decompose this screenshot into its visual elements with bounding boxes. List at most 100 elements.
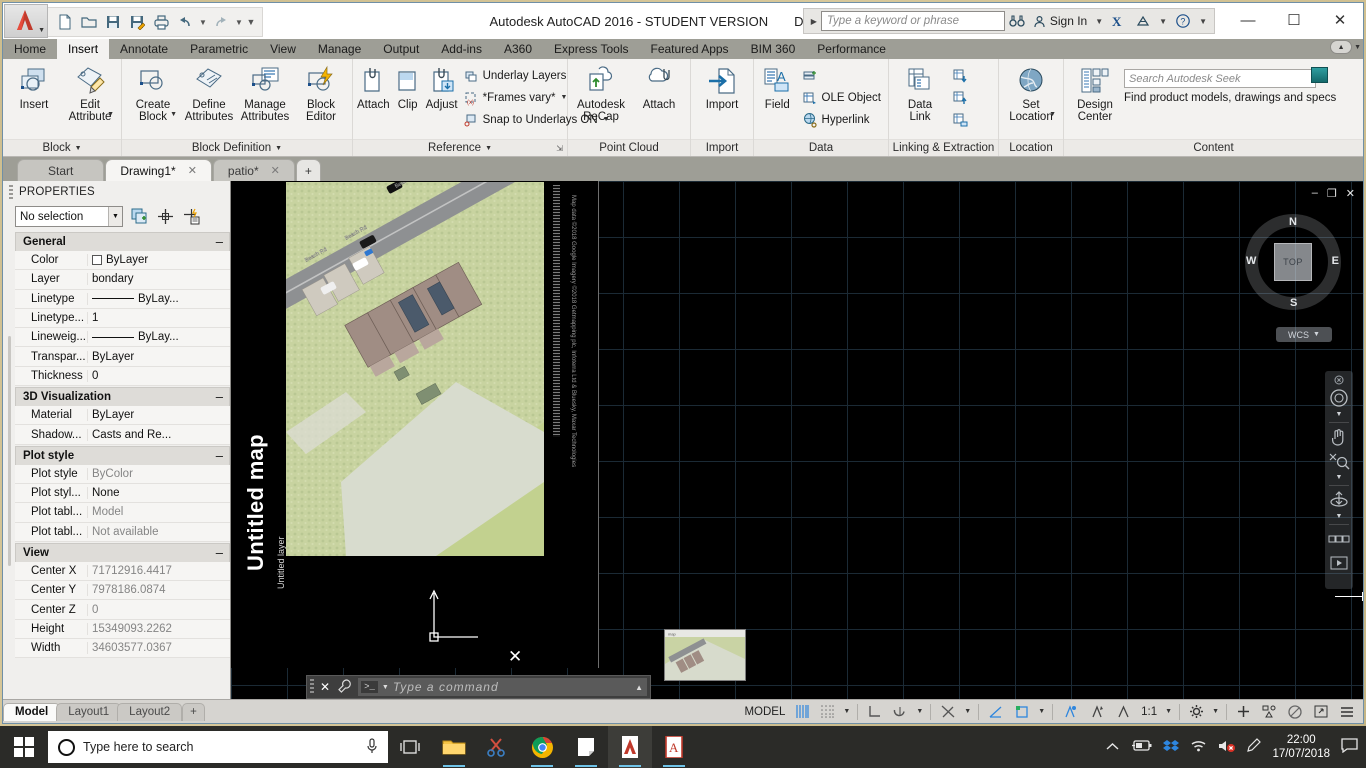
property-row-center-z[interactable]: Center Z 0 bbox=[15, 600, 230, 619]
snap-mode-icon[interactable] bbox=[816, 701, 839, 723]
set-location-dropdown-caret-icon[interactable]: ▼ bbox=[1049, 109, 1056, 121]
manage-attributes-button[interactable]: Manage Attributes bbox=[238, 63, 292, 123]
section-plot-style[interactable]: Plot style – bbox=[15, 446, 230, 465]
command-input[interactable]: >_ ▼ Type a command ▲ bbox=[358, 678, 647, 696]
file-tab-start[interactable]: Start bbox=[17, 159, 104, 181]
customization-plus-icon[interactable] bbox=[1232, 701, 1255, 723]
battery-icon[interactable] bbox=[1130, 739, 1152, 755]
panel-block-title[interactable]: Block ▼ bbox=[3, 139, 121, 156]
command-line[interactable]: ✕ >_ ▼ Type a command ▲ bbox=[306, 675, 651, 699]
field-button[interactable]: A Field bbox=[758, 63, 797, 111]
property-value-shadow[interactable]: Casts and Re... bbox=[87, 429, 230, 441]
property-row-linetype[interactable]: Linetype ByLay... bbox=[15, 290, 230, 309]
tab-parametric[interactable]: Parametric bbox=[179, 39, 259, 59]
attach-button[interactable]: Attach bbox=[357, 63, 390, 111]
auto-scale-icon[interactable] bbox=[1085, 701, 1110, 723]
save-icon[interactable] bbox=[102, 11, 124, 33]
layout-tab-layout2[interactable]: Layout2 bbox=[117, 703, 182, 721]
open-folder-icon[interactable] bbox=[78, 11, 100, 33]
navigation-bar[interactable]: ▼ ▼ ▼ bbox=[1325, 371, 1353, 589]
define-attributes-button[interactable]: Define Attributes bbox=[182, 63, 236, 123]
annotation-scale-icon[interactable] bbox=[1112, 701, 1135, 723]
ribbon-minimize-control[interactable]: ▲ ▼ bbox=[1330, 40, 1361, 54]
undo-icon[interactable] bbox=[174, 11, 196, 33]
orbit-caret-icon[interactable]: ▼ bbox=[1336, 513, 1343, 521]
autodesk-recap-button[interactable]: Autodesk ReCap bbox=[572, 63, 630, 123]
property-row-width[interactable]: Width 34603577.0367 bbox=[15, 639, 230, 658]
property-row-plot-table-type[interactable]: Plot tabl... Not available bbox=[15, 523, 230, 542]
lineweight-caret-icon[interactable]: ▼ bbox=[1036, 708, 1047, 715]
sticky-notes-icon[interactable] bbox=[564, 726, 608, 768]
edit-attribute-button[interactable]: Edit Attribute ▼ bbox=[63, 63, 117, 123]
hyperlink-button[interactable]: Hyperlink bbox=[799, 109, 884, 130]
property-row-plot-style-table[interactable]: Plot styl... None bbox=[15, 484, 230, 503]
panel-reference-title[interactable]: Reference ▼ ⇲ bbox=[353, 139, 567, 156]
property-value-plot-style-table[interactable]: None bbox=[87, 487, 230, 499]
tab-manage[interactable]: Manage bbox=[307, 39, 372, 59]
tab-a360[interactable]: A360 bbox=[493, 39, 543, 59]
property-row-center-y[interactable]: Center Y 7978186.0874 bbox=[15, 581, 230, 600]
property-row-plot-table-attached[interactable]: Plot tabl... Model bbox=[15, 503, 230, 522]
notifications-icon[interactable] bbox=[1341, 738, 1358, 756]
ole-object-button[interactable]: OLE Object bbox=[799, 87, 884, 108]
polar-tracking-icon[interactable] bbox=[888, 701, 912, 723]
command-line-grip[interactable] bbox=[310, 679, 314, 695]
tab-view[interactable]: View bbox=[259, 39, 307, 59]
layout-tab-layout1[interactable]: Layout1 bbox=[56, 703, 121, 721]
undo-dropdown-caret-icon[interactable]: ▼ bbox=[198, 11, 208, 33]
file-tab-drawing1[interactable]: Drawing1* ✕ bbox=[105, 159, 212, 181]
property-row-plot-style[interactable]: Plot style ByColor bbox=[15, 465, 230, 484]
showmotion-icon[interactable] bbox=[1328, 552, 1350, 574]
insert-button[interactable]: Insert bbox=[7, 63, 61, 111]
search-input[interactable]: Type a keyword or phrase bbox=[821, 11, 1005, 31]
download-from-source-button[interactable] bbox=[949, 65, 971, 86]
microphone-icon[interactable] bbox=[366, 738, 378, 757]
viewcube-west-label[interactable]: W bbox=[1246, 255, 1256, 267]
section-plot-style-collapse-icon[interactable]: – bbox=[216, 451, 223, 461]
zoom-caret-icon[interactable]: ▼ bbox=[1336, 474, 1343, 482]
sign-in-button[interactable]: Sign In bbox=[1029, 14, 1091, 28]
drawing-canvas[interactable]: [-][Top][2D Wireframe] – ❐ ✕ bbox=[231, 181, 1363, 699]
full-navigation-wheel-icon[interactable] bbox=[1328, 387, 1350, 409]
design-center-button[interactable]: Design Center bbox=[1068, 63, 1122, 123]
plot-icon[interactable] bbox=[150, 11, 172, 33]
panel-reference-caret-icon[interactable]: ▼ bbox=[485, 145, 492, 152]
panel-block-definition-title[interactable]: Block Definition ▼ bbox=[122, 139, 352, 156]
panel-block-caret-icon[interactable]: ▼ bbox=[75, 145, 82, 152]
sign-in-caret-icon[interactable]: ▼ bbox=[1091, 17, 1107, 26]
pan-icon[interactable] bbox=[1328, 426, 1350, 448]
quick-select-icon[interactable] bbox=[129, 207, 149, 227]
snipping-tool-icon[interactable] bbox=[476, 726, 520, 768]
viewcube-east-label[interactable]: E bbox=[1332, 255, 1339, 267]
panel-reference-dialog-launcher-icon[interactable]: ⇲ bbox=[556, 144, 563, 153]
model-space-button[interactable]: MODEL bbox=[740, 701, 789, 723]
command-line-close-icon[interactable]: ✕ bbox=[318, 680, 332, 694]
new-file-icon[interactable] bbox=[54, 11, 76, 33]
file-explorer-icon[interactable] bbox=[432, 726, 476, 768]
panel-block-definition-caret-icon[interactable]: ▼ bbox=[275, 145, 282, 152]
wifi-icon[interactable] bbox=[1190, 739, 1207, 755]
viewcube-south-label[interactable]: S bbox=[1290, 297, 1297, 309]
annotation-visibility-icon[interactable] bbox=[1058, 701, 1083, 723]
file-tab-drawing1-close-icon[interactable]: ✕ bbox=[188, 164, 197, 177]
tab-performance[interactable]: Performance bbox=[806, 39, 897, 59]
tab-home[interactable]: Home bbox=[3, 39, 57, 59]
hardware-acceleration-icon[interactable] bbox=[1283, 701, 1307, 723]
property-row-thickness[interactable]: Thickness 0 bbox=[15, 367, 230, 386]
selection-combo[interactable]: No selection ▼ bbox=[15, 206, 123, 227]
annotation-scale-caret-icon[interactable]: ▼ bbox=[1163, 708, 1174, 715]
infocenter-expand-caret-icon[interactable]: ▶ bbox=[807, 17, 821, 26]
task-view-icon[interactable] bbox=[388, 726, 432, 768]
autocad-icon[interactable] bbox=[608, 726, 652, 768]
ortho-mode-icon[interactable] bbox=[863, 701, 886, 723]
command-expand-icon[interactable]: ▲ bbox=[635, 683, 647, 692]
minimize-button[interactable]: — bbox=[1225, 3, 1271, 37]
property-row-color[interactable]: Color ByLayer bbox=[15, 251, 230, 270]
block-editor-button[interactable]: Block Editor bbox=[294, 63, 348, 123]
tab-annotate[interactable]: Annotate bbox=[109, 39, 179, 59]
search-binoculars-icon[interactable] bbox=[1005, 14, 1029, 28]
create-block-button[interactable]: Create Block ▼ bbox=[126, 63, 180, 123]
section-general-collapse-icon[interactable]: – bbox=[216, 237, 223, 247]
polar-tracking-caret-icon[interactable]: ▼ bbox=[914, 708, 925, 715]
property-value-linetype[interactable]: ByLay... bbox=[87, 293, 230, 305]
